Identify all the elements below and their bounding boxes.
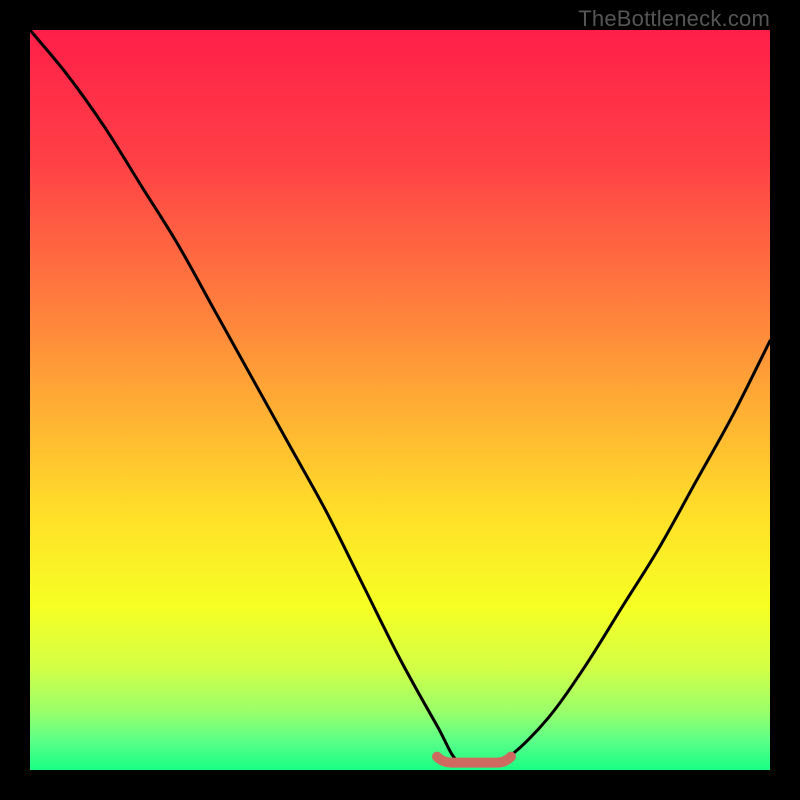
watermark-text: TheBottleneck.com: [578, 6, 770, 32]
chart-svg: [30, 30, 770, 770]
chart-container: TheBottleneck.com: [0, 0, 800, 800]
bottom-marker: [437, 757, 511, 763]
bottleneck-curve: [30, 30, 770, 766]
plot-area: [30, 30, 770, 770]
